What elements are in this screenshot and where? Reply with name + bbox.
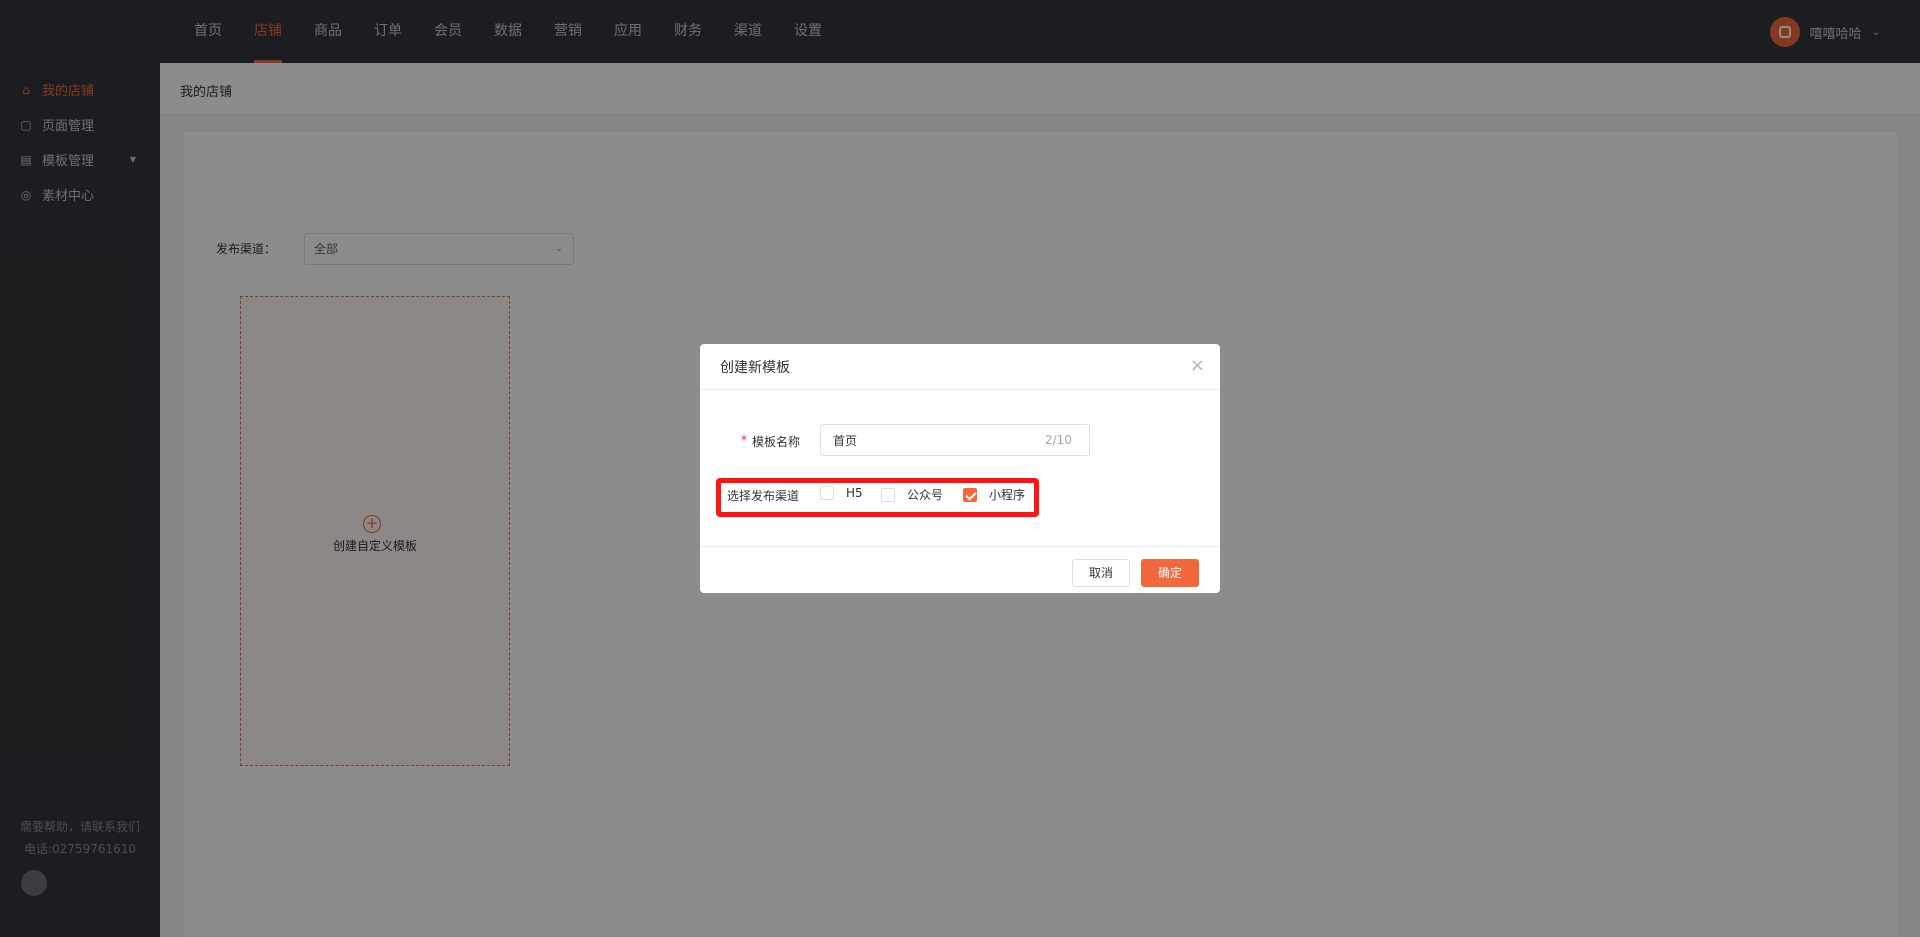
char-counter: 2/10 bbox=[1045, 433, 1072, 447]
dialog-title: 创建新模板 bbox=[720, 360, 790, 376]
dialog-footer: 取消 确定 bbox=[700, 546, 1220, 593]
template-name-row: * 模板名称 2/10 bbox=[700, 424, 1220, 456]
create-template-dialog: 创建新模板 × * 模板名称 2/10 选择发布渠道 H5 公众号 小程序 取消… bbox=[700, 344, 1220, 593]
confirm-button[interactable]: 确定 bbox=[1141, 559, 1199, 587]
close-icon[interactable]: × bbox=[1190, 355, 1205, 376]
annotation-highlight-box bbox=[716, 478, 1039, 517]
required-mark: * bbox=[741, 433, 747, 447]
cancel-button[interactable]: 取消 bbox=[1072, 559, 1130, 587]
dialog-header: 创建新模板 × bbox=[700, 344, 1220, 390]
template-name-label: 模板名称 bbox=[752, 435, 801, 449]
